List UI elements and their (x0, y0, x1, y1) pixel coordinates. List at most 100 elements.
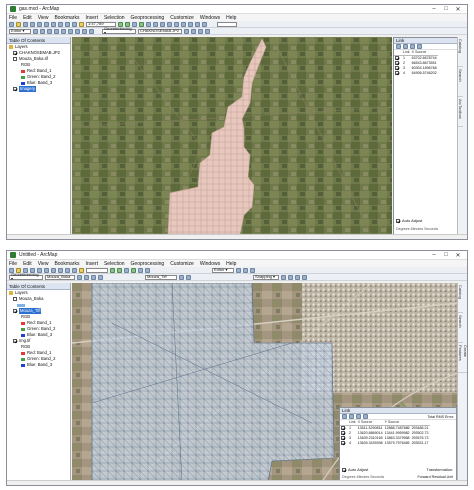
reshape-icon[interactable] (250, 267, 255, 273)
link-checkbox[interactable] (341, 440, 345, 445)
maximize-icon[interactable]: □ (440, 252, 452, 258)
menu-help[interactable]: Help (226, 261, 236, 267)
delete-icon[interactable] (58, 267, 63, 273)
delete-link-icon[interactable] (356, 414, 361, 419)
close-icon[interactable]: ✕ (452, 252, 464, 259)
menu-customize[interactable]: Customize (170, 15, 194, 21)
vertex-snap-icon[interactable] (295, 274, 300, 280)
open-icon[interactable] (16, 21, 21, 27)
menu-help[interactable]: Help (226, 15, 236, 21)
save-icon[interactable] (23, 21, 28, 27)
auto-adjust-checkbox[interactable] (396, 218, 400, 223)
layer-visibility-checkbox[interactable] (13, 87, 17, 91)
hyperlink-icon[interactable] (167, 21, 172, 27)
split-icon[interactable] (61, 28, 66, 34)
add-data-icon[interactable] (79, 267, 84, 273)
minimize-icon[interactable]: – (428, 6, 440, 12)
end-snap-icon[interactable] (288, 274, 293, 280)
point-snap-icon[interactable] (281, 274, 286, 280)
menu-view[interactable]: View (38, 261, 49, 267)
find-icon[interactable] (145, 267, 150, 273)
georef-layer-select[interactable]: Mouza_Boka (45, 274, 75, 280)
delete-link-icon[interactable] (410, 44, 415, 49)
full-extent-icon[interactable] (131, 267, 136, 273)
identify-icon[interactable] (138, 267, 143, 273)
paste-icon[interactable] (51, 267, 56, 273)
edit-vertices-icon[interactable] (40, 28, 45, 34)
auto-adjust-option[interactable]: Auto Adjust (342, 467, 368, 472)
edge-snap-icon[interactable] (302, 274, 307, 280)
rotate-georef-icon[interactable] (77, 274, 82, 280)
copy-icon[interactable] (44, 267, 49, 273)
table-row[interactable]: 3 60304.1896768 (394, 65, 438, 71)
layer-visibility-checkbox[interactable] (13, 51, 17, 55)
paste-icon[interactable] (51, 21, 56, 27)
menu-file[interactable]: File (9, 15, 17, 21)
zoom-out-icon[interactable] (117, 267, 122, 273)
copy-icon[interactable] (44, 21, 49, 27)
edit-tool-icon[interactable] (236, 267, 241, 273)
georef-layer-select[interactable]: CHAKNOSEMAB.JP2 (138, 28, 182, 34)
identify-icon[interactable] (146, 21, 151, 27)
view-link-table-icon[interactable] (98, 274, 103, 280)
search-tab[interactable]: Search (458, 67, 463, 97)
scale-combo[interactable] (86, 267, 108, 273)
full-extent-icon[interactable] (139, 21, 144, 27)
rotate-icon[interactable] (68, 28, 73, 34)
redo-icon[interactable] (72, 21, 77, 27)
add-control-points-icon[interactable] (91, 274, 96, 280)
menu-edit[interactable]: Edit (23, 15, 32, 21)
link-checkbox[interactable] (341, 430, 345, 435)
layer-visibility-checkbox[interactable] (13, 57, 17, 61)
search-tab[interactable]: Search (458, 313, 463, 343)
create-features-tab[interactable]: Create Features (458, 343, 467, 373)
link-checkbox[interactable] (341, 435, 345, 440)
arctoolbox-icon[interactable] (188, 21, 193, 27)
menu-edit[interactable]: Edit (23, 261, 32, 267)
arctoolbox-tab[interactable]: ArcToolbox (458, 97, 463, 127)
editor-menu[interactable]: Editor ▾ (212, 267, 234, 273)
minimize-icon[interactable]: – (428, 252, 440, 258)
georeferencing-menu[interactable]: Georeferencing ▾ (102, 27, 136, 35)
maximize-icon[interactable]: □ (440, 6, 452, 12)
edit-tool-icon[interactable] (33, 28, 38, 34)
menu-selection[interactable]: Selection (104, 15, 125, 21)
print-icon[interactable] (30, 21, 35, 27)
attributes-icon[interactable] (75, 28, 80, 34)
catalog-icon[interactable] (202, 21, 207, 27)
toc-layer-imagery[interactable]: Imagery (7, 86, 70, 92)
table-row[interactable]: 4 13639.3439398 13579.7576465 293531.17 (340, 440, 430, 446)
python-icon[interactable] (195, 21, 200, 27)
sketch-properties-icon[interactable] (82, 28, 87, 34)
reshape-icon[interactable] (47, 28, 52, 34)
menu-view[interactable]: View (38, 15, 49, 21)
catalog-tab[interactable]: Catalog (458, 283, 463, 313)
map-view[interactable] (72, 37, 392, 236)
layer-visibility-checkbox[interactable] (13, 297, 17, 301)
table-row[interactable]: 2 66543.8673551 (394, 60, 438, 66)
menu-windows[interactable]: Windows (200, 15, 220, 21)
table-row[interactable]: 4 64906.5746202 (394, 70, 438, 76)
editor-toolbar-icon[interactable] (181, 21, 186, 27)
effects-layer-select[interactable]: Mouza_Tiff (145, 274, 177, 280)
auto-adjust-checkbox[interactable] (342, 467, 346, 472)
editor-menu[interactable]: Editor ▾ (9, 28, 31, 34)
find-icon[interactable] (153, 21, 158, 27)
save-link-icon[interactable] (349, 414, 354, 419)
link-checkbox[interactable] (395, 65, 399, 70)
zoom-link-icon[interactable] (363, 414, 368, 419)
open-link-icon[interactable] (342, 414, 347, 419)
layer-visibility-checkbox[interactable] (13, 339, 17, 343)
menu-geoprocessing[interactable]: Geoprocessing (131, 261, 165, 267)
cut-polygons-icon[interactable] (54, 28, 59, 34)
shift-icon[interactable] (84, 274, 89, 280)
close-icon[interactable]: ✕ (452, 6, 464, 13)
rotate-georef-icon[interactable] (184, 28, 189, 34)
menu-selection[interactable]: Selection (104, 261, 125, 267)
catalog-tab[interactable]: Catalog (458, 37, 463, 67)
menu-customize[interactable]: Customize (170, 261, 194, 267)
snapping-menu[interactable]: Snapping ▾ (253, 274, 279, 280)
swipe-icon[interactable] (179, 274, 184, 280)
zoom-combo[interactable] (217, 21, 237, 27)
view-link-table-icon[interactable] (205, 28, 210, 34)
